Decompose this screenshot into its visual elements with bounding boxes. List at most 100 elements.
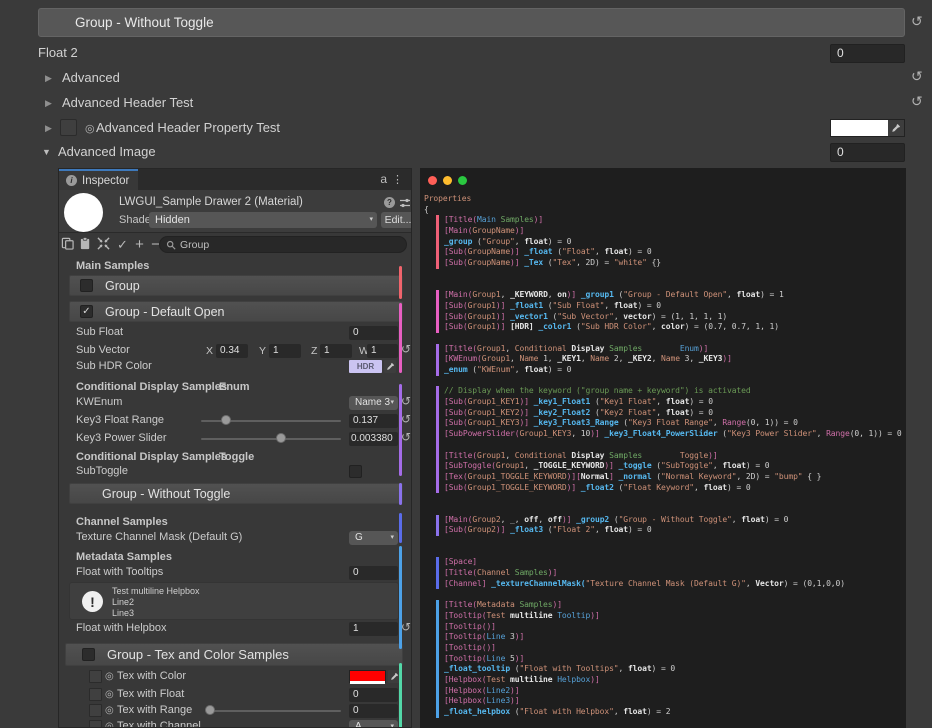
slider-thumb[interactable] (221, 415, 231, 425)
slider-thumb[interactable] (205, 705, 215, 715)
hdr-color-swatch[interactable]: HDR (349, 360, 382, 373)
tex-with-range-field[interactable]: 0 (349, 704, 398, 718)
collapse-icon[interactable] (97, 237, 112, 252)
vector-z-field[interactable]: 1 (320, 344, 352, 358)
texture-thumbnail[interactable] (89, 720, 102, 728)
color-swatch-white[interactable] (830, 119, 905, 137)
kwenum-dropdown[interactable]: Name 3 ▾ (349, 396, 398, 410)
window-controls (428, 176, 467, 185)
foldout-triangle-icon[interactable]: ▶ (45, 98, 52, 109)
code-line: _enum ("KWEnum", float) = 0 (444, 365, 904, 376)
undo-icon[interactable]: ↺ (911, 70, 923, 84)
kwenum-value: Name 3 (355, 396, 390, 410)
group-without-toggle-bar[interactable]: Group - Without Toggle (69, 483, 403, 504)
close-button[interactable] (428, 176, 437, 185)
vector-y-label: Y (259, 345, 266, 357)
key3-power-slider-field[interactable]: 0.003380 (349, 432, 398, 446)
advanced-header-property-checkbox[interactable] (60, 119, 77, 136)
float2-value: 0 (837, 46, 844, 60)
tex-color-swatch[interactable] (349, 670, 386, 683)
slider-track[interactable] (206, 710, 341, 712)
tex-channel-dropdown[interactable]: A ▾ (349, 720, 398, 728)
inspector-panel: i Inspector a ⋮ LWGUI_Sample Drawer 2 (M… (58, 168, 412, 728)
undo-icon[interactable]: ↺ (401, 342, 411, 356)
tex-with-float-value: 0 (353, 689, 359, 700)
texture-channel-mask-label: Texture Channel Mask (Default G) (76, 531, 242, 543)
foldout-triangle-icon[interactable]: ▶ (45, 73, 52, 84)
vector-w-field[interactable]: 1 (367, 344, 398, 358)
vector-x-field[interactable]: 0.34 (216, 344, 248, 358)
help-icon[interactable]: ? (384, 197, 395, 208)
paste-icon[interactable] (79, 237, 94, 252)
edit-button[interactable]: Edit... (381, 212, 412, 228)
advanced-header-test-foldout[interactable]: Advanced Header Test (62, 95, 193, 110)
tex-with-float-label: Tex with Float (117, 688, 184, 700)
kebab-menu-icon[interactable]: ⋮ (392, 173, 403, 186)
texture-thumbnail[interactable] (89, 670, 102, 683)
code-line: [Sub(Group2)] _float3 ("Float 2", float)… (444, 525, 904, 536)
eyedropper-icon[interactable] (888, 120, 904, 136)
shader-dropdown[interactable]: Hidden ▾ (149, 212, 377, 228)
material-preview-sphere[interactable] (64, 193, 103, 232)
chevron-down-icon: ▾ (369, 212, 373, 228)
plus-icon[interactable]: + (132, 237, 147, 252)
color-swatch-area[interactable] (831, 120, 888, 136)
undo-icon[interactable]: ↺ (401, 412, 411, 426)
group-default-open-checkbox[interactable]: ✓ (80, 305, 93, 318)
float-with-helpbox-field[interactable]: 1 (349, 622, 398, 636)
slider-thumb[interactable] (276, 433, 286, 443)
channel-mask-dropdown[interactable]: G ▾ (349, 531, 398, 545)
code-line: { (424, 205, 904, 216)
tex-with-float-field[interactable]: 0 (349, 688, 398, 702)
tab-inspector[interactable]: i Inspector (59, 169, 138, 190)
advanced-image-foldout[interactable]: Advanced Image (58, 144, 156, 159)
group-checkbox[interactable] (80, 279, 93, 292)
float-with-tooltips-field[interactable]: 0 (349, 566, 398, 580)
foldout-triangle-open-icon[interactable]: ▼ (42, 147, 51, 157)
advanced-image-field[interactable]: 0 (830, 143, 905, 162)
key3-float-range-field[interactable]: 0.137 (349, 414, 398, 428)
group-without-toggle-top-header[interactable]: Group - Without Toggle (38, 8, 905, 37)
texture-thumbnail[interactable] (89, 688, 102, 701)
key3-power-slider[interactable] (201, 432, 341, 445)
code-line: [Sub(GroupName)] _Tex ("Tex", 2D) = "whi… (444, 258, 904, 269)
code-line: [Sub(Group1)] _float1 ("Sub Float", floa… (444, 301, 904, 312)
minimize-button[interactable] (443, 176, 452, 185)
advanced-header-property-test-foldout[interactable]: Advanced Header Property Test (96, 120, 280, 135)
undo-icon[interactable]: ↺ (401, 620, 411, 634)
code-line: [Main(Group2, _, off, off)] _group2 ("Gr… (444, 515, 904, 526)
vector-y-field[interactable]: 1 (269, 344, 301, 358)
section-strip-red (399, 266, 402, 299)
foldout-triangle-icon[interactable]: ▶ (45, 123, 52, 134)
float2-field[interactable]: 0 (830, 44, 905, 63)
tex-with-range-value: 0 (353, 705, 359, 716)
maximize-button[interactable] (458, 176, 467, 185)
undo-icon[interactable]: ↺ (401, 394, 411, 408)
undo-icon[interactable]: ↺ (911, 15, 923, 29)
undo-icon[interactable]: ↺ (401, 430, 411, 444)
sub-float-field[interactable]: 0 (349, 326, 398, 340)
tex-with-range-slider[interactable] (206, 704, 341, 717)
preset-icon[interactable] (399, 197, 411, 209)
conditional-toggle-title-right: Toggle (219, 451, 254, 463)
section-strip-indigo (399, 513, 402, 543)
undo-icon[interactable]: ↺ (911, 95, 923, 109)
eyedropper-icon[interactable] (384, 360, 396, 373)
advanced-foldout[interactable]: Advanced (62, 70, 120, 85)
metadata-samples-title: Metadata Samples (76, 551, 172, 563)
group-default-open-bar[interactable]: ✓ Group - Default Open (69, 301, 403, 322)
group-tex-color-bar[interactable]: Group - Tex and Color Samples (65, 643, 403, 666)
auto-icon[interactable]: a (380, 172, 387, 186)
code-line: [Title(Group1, Conditional Display Sampl… (444, 451, 904, 462)
group-bar[interactable]: Group (69, 275, 403, 296)
group-tex-color-checkbox[interactable] (82, 648, 95, 661)
slider-track[interactable] (201, 438, 341, 440)
key3-float-range-slider[interactable] (201, 414, 341, 427)
circle-dot-icon: ◎ (105, 689, 114, 700)
subtoggle-checkbox[interactable] (349, 465, 362, 478)
copy-icon[interactable] (61, 237, 76, 252)
checkmark-icon[interactable]: ✓ (115, 237, 130, 252)
search-input[interactable]: Group (159, 236, 407, 253)
code-area[interactable]: Properties{[Title(Main Samples)][Main(Gr… (424, 194, 904, 718)
texture-thumbnail[interactable] (89, 704, 102, 717)
